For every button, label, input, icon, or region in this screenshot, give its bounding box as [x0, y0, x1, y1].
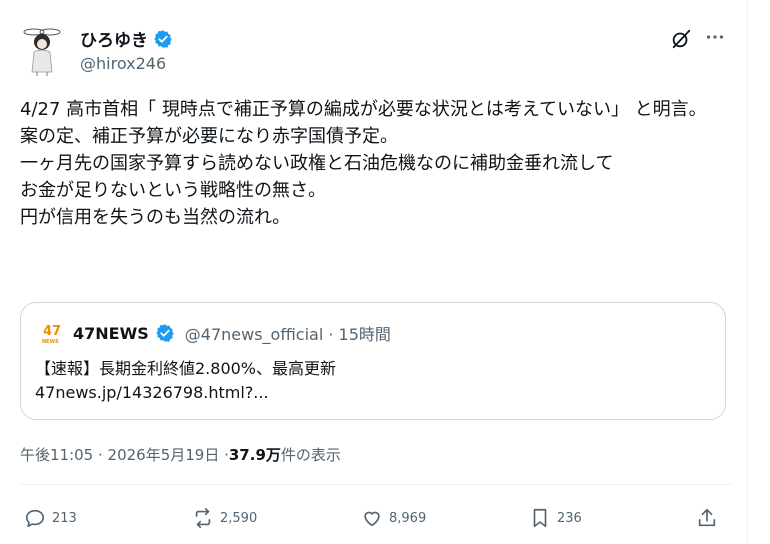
action-bar: 213 2,590 8,969 236 [0, 500, 770, 536]
quoted-verified-badge-icon [155, 323, 175, 343]
bookmark-count: 236 [557, 510, 582, 526]
repost-count: 2,590 [220, 510, 258, 526]
quoted-tweet-header: 47 NEWS 47NEWS @47news_official · 15時間 [41, 321, 391, 346]
quoted-handle-time: @47news_official · 15時間 [184, 325, 391, 344]
tweet-header: ひろゆき @hirox246 [20, 22, 732, 78]
repost-button[interactable]: 2,590 [192, 500, 257, 536]
bookmark-icon [533, 508, 547, 528]
right-border [747, 0, 748, 544]
news-logo-icon: 47 NEWS [41, 321, 63, 345]
verified-badge-icon [153, 29, 173, 49]
like-icon [364, 511, 380, 527]
like-count: 8,969 [389, 510, 427, 526]
share-icon [698, 508, 716, 527]
reply-icon [25, 509, 45, 528]
reply-count: 213 [52, 510, 77, 526]
more-icon[interactable] [704, 26, 726, 48]
timestamp[interactable]: 午後11:05 · 2026年5月19日 · [20, 444, 229, 465]
user-handle[interactable]: @hirox246 [80, 54, 166, 73]
display-name[interactable]: ひろゆき [80, 26, 148, 51]
grok-icon[interactable] [670, 28, 692, 50]
bookmark-button[interactable]: 236 [529, 500, 582, 536]
quoted-link[interactable]: 47news.jp/14326798.html?... [35, 383, 269, 402]
view-count: 37.9万 [228, 446, 281, 464]
share-button[interactable] [696, 500, 718, 536]
reply-button[interactable]: 213 [24, 500, 77, 536]
quoted-text: 【速報】長期金利終値2.800%、最高更新 [35, 359, 337, 378]
divider [20, 484, 732, 485]
tweet-text: 4/27 高市首相「 現時点で補正予算の編成が必要な状況とは考えていない」 と明… [20, 99, 707, 228]
repost-icon [195, 508, 211, 528]
view-label: 件の表示 [280, 446, 341, 464]
svg-text:47: 47 [43, 324, 61, 339]
tweet-meta: 午後11:05 · 2026年5月19日 · 37.9万 件の表示 [20, 444, 341, 465]
quoted-display-name: 47NEWS [73, 323, 149, 343]
like-button[interactable]: 8,969 [361, 500, 426, 536]
name-row: ひろゆき [80, 26, 173, 51]
svg-text:NEWS: NEWS [42, 339, 59, 345]
quoted-tweet-card[interactable]: 47 NEWS 47NEWS @47news_official · 15時間 【… [20, 302, 726, 420]
avatar[interactable] [20, 22, 64, 78]
